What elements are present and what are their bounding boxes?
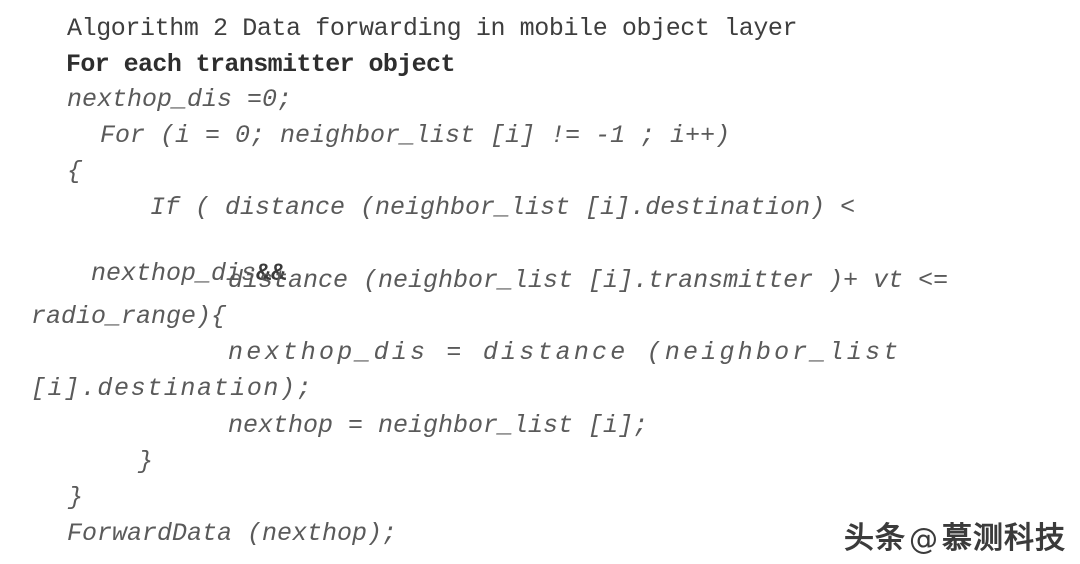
code-line-nexthop-assign: nexthop = neighbor_list [i]; bbox=[228, 411, 649, 440]
code-line-radio-range: radio_range){ bbox=[31, 302, 227, 331]
code-line-nexthop-dis-init: nexthop_dis =0; bbox=[67, 85, 293, 114]
code-line-if-condition: If ( distance (neighbor_list [i].destina… bbox=[150, 193, 856, 222]
code-line-close-brace-for: } bbox=[68, 483, 84, 512]
watermark-account: 慕测科技 bbox=[942, 521, 1066, 556]
algorithm-subheader: For each transmitter object bbox=[66, 50, 455, 79]
code-line-distance-transmitter: distance (neighbor_list [i].transmitter … bbox=[228, 266, 949, 295]
code-line-destination-close: [i].destination); bbox=[31, 374, 314, 403]
watermark-at-symbol: @ bbox=[909, 521, 939, 556]
watermark-brand: 头条 bbox=[844, 521, 906, 556]
code-line-open-brace-outer: { bbox=[67, 157, 83, 186]
code-line-close-brace-if: } bbox=[138, 447, 154, 476]
code-line-forward-data: ForwardData (nexthop); bbox=[67, 519, 398, 548]
algorithm-header: Algorithm 2 Data forwarding in mobile ob… bbox=[67, 14, 798, 43]
code-line-for-loop: For (i = 0; neighbor_list [i] != -1 ; i+… bbox=[100, 121, 731, 150]
watermark: 头条 @ 慕测科技 bbox=[844, 524, 1066, 554]
code-line-nexthop-dis-assign: nexthop_dis = distance (neighbor_list bbox=[228, 338, 902, 367]
algorithm-figure: Algorithm 2 Data forwarding in mobile ob… bbox=[0, 0, 1080, 564]
